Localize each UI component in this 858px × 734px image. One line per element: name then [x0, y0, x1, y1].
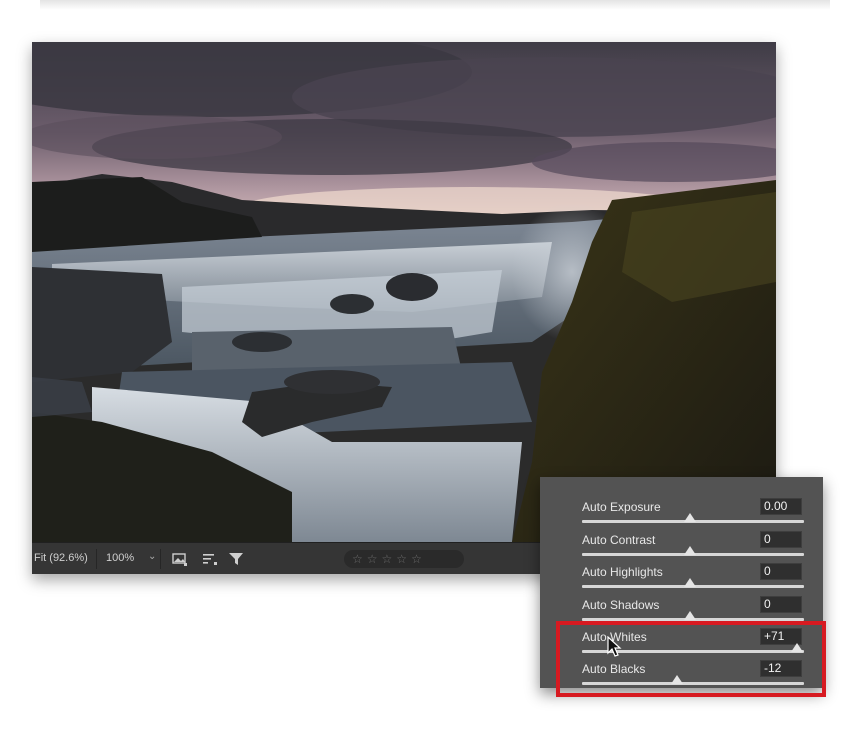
top-edge-shadow	[40, 0, 830, 10]
divider	[160, 549, 161, 569]
auto-exposure-row: Auto Exposure 0.00	[540, 498, 823, 531]
slider-thumb[interactable]	[684, 578, 696, 587]
star-icon[interactable]: ☆	[367, 550, 378, 568]
row-label: Auto Highlights	[582, 565, 663, 579]
waterfall-photo	[32, 42, 776, 542]
value-field[interactable]: 0.00	[760, 498, 802, 515]
star-icon[interactable]: ☆	[352, 550, 363, 568]
value-field[interactable]: 0	[760, 563, 802, 580]
auto-contrast-row: Auto Contrast 0	[540, 531, 823, 564]
star-rating[interactable]: ☆ ☆ ☆ ☆ ☆	[344, 550, 767, 568]
value-field[interactable]: 0	[760, 531, 802, 548]
value-field[interactable]: 0	[760, 596, 802, 613]
slider-thumb[interactable]	[684, 611, 696, 620]
row-label: Auto Exposure	[582, 500, 661, 514]
auto-highlights-row: Auto Highlights 0	[540, 563, 823, 596]
star-icon[interactable]: ☆	[411, 550, 422, 568]
row-label: Auto Contrast	[582, 533, 656, 547]
slider-thumb[interactable]	[684, 513, 696, 522]
mouse-pointer-icon	[607, 636, 622, 657]
divider	[96, 549, 97, 569]
zoom-dropdown-chevron[interactable]: ⌄	[148, 551, 156, 562]
zoom-100-button[interactable]: 100%	[106, 552, 134, 564]
fit-zoom-button[interactable]: Fit (92.6%)	[34, 552, 88, 564]
star-icon[interactable]: ☆	[382, 550, 393, 568]
star-icon[interactable]: ☆	[396, 550, 407, 568]
highlight-callout	[556, 621, 826, 697]
image-options-icon[interactable]	[172, 551, 188, 567]
filter-icon[interactable]	[228, 551, 244, 567]
slider-thumb[interactable]	[684, 546, 696, 555]
sort-icon[interactable]	[202, 551, 218, 567]
row-label: Auto Shadows	[582, 598, 660, 612]
